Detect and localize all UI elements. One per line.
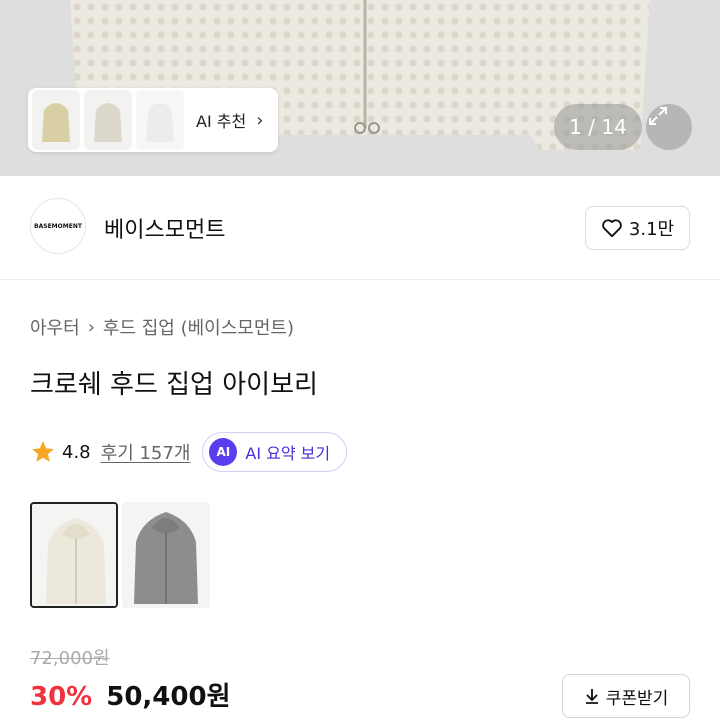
ai-summary-button[interactable]: AI AI 요약 보기	[202, 432, 348, 472]
breadcrumb-separator: ›	[87, 316, 95, 338]
discount-rate: 30%	[30, 682, 93, 712]
product-title: 크로쉐 후드 집업 아이보리	[30, 370, 318, 400]
price-row: 30% 50,400원	[30, 676, 231, 713]
coupon-button[interactable]: 쿠폰받기	[562, 674, 690, 718]
ai-recommend-link[interactable]: AI 추천 ›	[196, 108, 263, 132]
breadcrumb-outer[interactable]: 아우터	[30, 314, 80, 340]
download-icon	[585, 689, 598, 704]
ivory-hoodie-thumbnail	[32, 504, 116, 606]
product-image-gallery[interactable]: AI 추천 › 1 / 14	[0, 0, 720, 176]
brand-row: BASEMOMENT 베이스모먼트 3.1만	[0, 176, 720, 280]
ai-badge-icon: AI	[209, 438, 238, 466]
ai-thumb-3[interactable]	[136, 90, 184, 150]
sale-price: 50,400원	[106, 682, 231, 712]
expand-icon	[649, 107, 667, 125]
rating-value: 4.8	[62, 441, 91, 463]
color-option-gray[interactable]	[122, 502, 210, 608]
ai-thumb-1[interactable]	[32, 90, 80, 150]
gray-hoodie-thumbnail	[122, 502, 210, 608]
color-option-ivory[interactable]	[30, 502, 118, 608]
heart-icon	[602, 219, 622, 238]
reviews-link[interactable]: 후기 157개	[101, 439, 191, 465]
chevron-right-icon: ›	[256, 109, 264, 131]
brand-logo-text: BASEMOMENT	[34, 222, 82, 230]
coupon-label: 쿠폰받기	[605, 688, 669, 709]
ai-recommend-label: AI 추천	[196, 112, 247, 131]
like-button[interactable]: 3.1만	[585, 206, 690, 250]
ai-summary-label: AI 요약 보기	[245, 444, 331, 463]
ai-thumb-2[interactable]	[84, 90, 132, 150]
ai-recommend-strip[interactable]: AI 추천 ›	[28, 88, 278, 152]
star-icon	[32, 441, 54, 462]
brand-name[interactable]: 베이스모먼트	[104, 212, 225, 244]
brand-logo[interactable]: BASEMOMENT	[30, 198, 86, 254]
breadcrumb-hood-zipup[interactable]: 후드 집업 (베이스모먼트)	[103, 314, 294, 340]
breadcrumb: 아우터 › 후드 집업 (베이스모먼트)	[30, 314, 294, 340]
original-price: 72,000원	[30, 648, 110, 669]
expand-button[interactable]	[646, 104, 692, 150]
image-counter: 1 / 14	[554, 104, 642, 150]
rating-row: 4.8 후기 157개 AI AI 요약 보기	[30, 432, 348, 472]
like-count: 3.1만	[628, 219, 675, 240]
